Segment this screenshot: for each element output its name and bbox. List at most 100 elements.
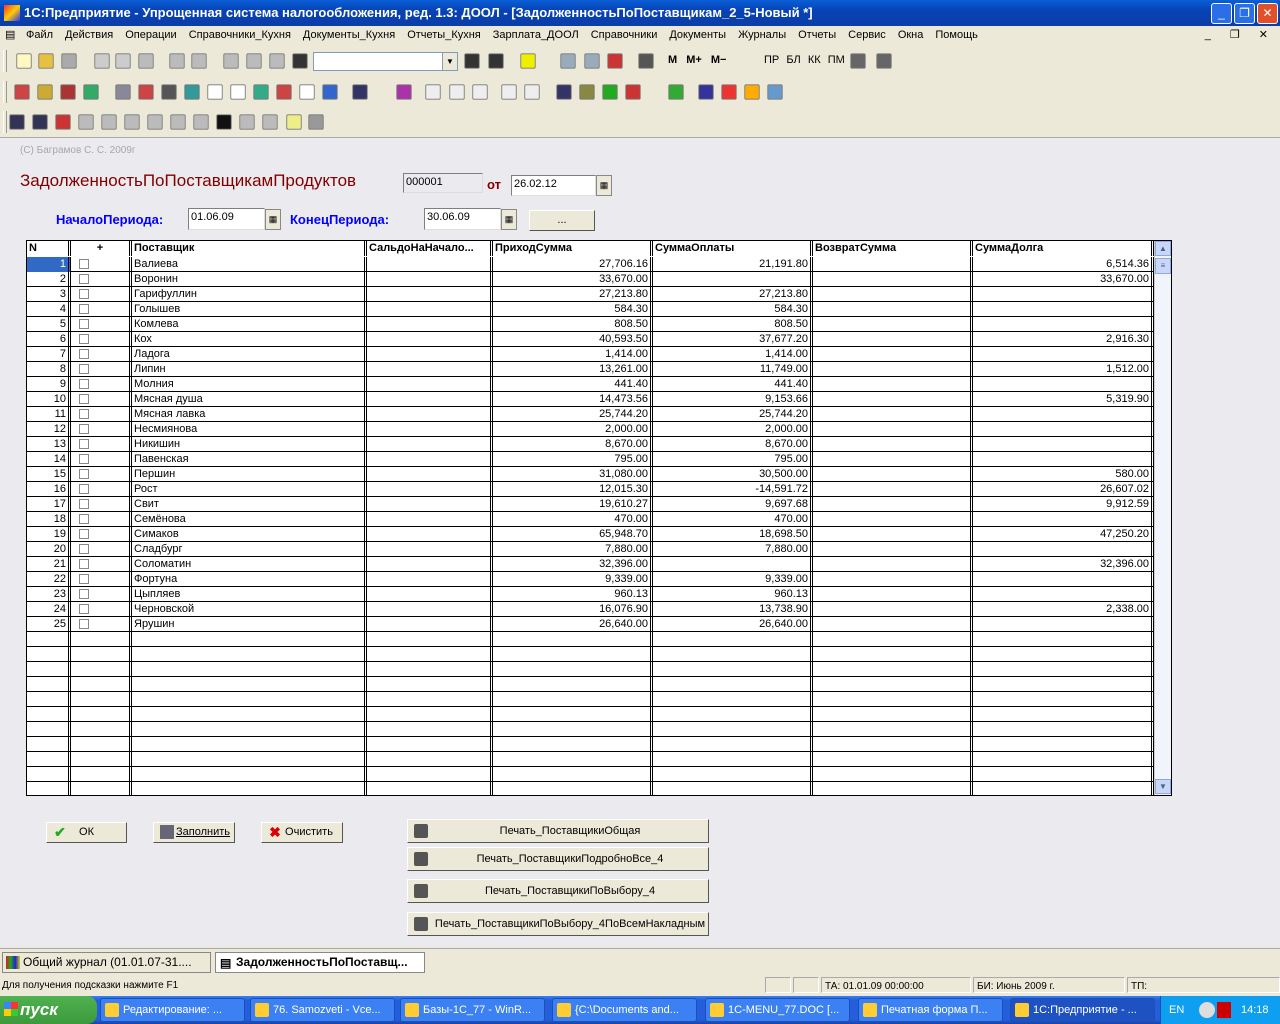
table-cell[interactable] bbox=[71, 647, 132, 662]
bl-button[interactable]: БЛ bbox=[786, 54, 800, 66]
table-cell[interactable] bbox=[973, 737, 1154, 752]
pko-icon[interactable] bbox=[449, 84, 465, 100]
calendar-icon[interactable] bbox=[584, 53, 600, 69]
table-cell[interactable] bbox=[493, 707, 653, 722]
table-cell[interactable] bbox=[71, 527, 132, 542]
table-cell[interactable] bbox=[813, 722, 973, 737]
table-cell[interactable]: 40,593.50 bbox=[493, 332, 653, 347]
table-cell[interactable]: 7,880.00 bbox=[493, 542, 653, 557]
row-checkbox[interactable] bbox=[79, 529, 89, 539]
table-cell[interactable]: 13,738.90 bbox=[653, 602, 813, 617]
table-row[interactable] bbox=[27, 752, 1154, 767]
row-checkbox[interactable] bbox=[79, 424, 89, 434]
table-cell[interactable]: 6 bbox=[27, 332, 71, 347]
row-checkbox[interactable] bbox=[79, 364, 89, 374]
table-cell[interactable]: 7 bbox=[27, 347, 71, 362]
table-row[interactable]: 17 Свит 19,610.27 9,697.68 9,912.59 bbox=[27, 497, 1154, 512]
table-cell[interactable] bbox=[813, 332, 973, 347]
help-icon[interactable] bbox=[286, 114, 302, 130]
table-cell[interactable] bbox=[973, 287, 1154, 302]
table-cell[interactable]: 2,000.00 bbox=[653, 422, 813, 437]
table-cell[interactable]: 795.00 bbox=[653, 452, 813, 467]
table-cell[interactable] bbox=[71, 737, 132, 752]
table-cell[interactable] bbox=[367, 317, 493, 332]
text-icon[interactable] bbox=[253, 84, 269, 100]
table-cell[interactable] bbox=[813, 662, 973, 677]
table-cell[interactable] bbox=[132, 662, 367, 677]
table-cell[interactable] bbox=[813, 377, 973, 392]
menu-item[interactable]: Справочники bbox=[585, 26, 664, 44]
table-cell[interactable] bbox=[71, 587, 132, 602]
save-icon[interactable] bbox=[61, 53, 77, 69]
table-row[interactable]: 1 Валиева 27,706.16 21,191.80 6,514.36 bbox=[27, 257, 1154, 272]
column-header[interactable]: N bbox=[27, 241, 71, 256]
toolbar-grip[interactable] bbox=[3, 111, 7, 133]
calculator-icon[interactable] bbox=[560, 53, 576, 69]
table-cell[interactable]: 584.30 bbox=[493, 302, 653, 317]
table-cell[interactable] bbox=[973, 647, 1154, 662]
table-cell[interactable] bbox=[27, 782, 71, 795]
pm-button[interactable]: ПМ bbox=[828, 54, 845, 66]
sort-desc-icon[interactable] bbox=[262, 114, 278, 130]
table-row[interactable] bbox=[27, 737, 1154, 752]
table-cell[interactable] bbox=[71, 437, 132, 452]
table-row[interactable]: 10 Мясная душа 14,473.56 9,153.66 5,319.90 bbox=[27, 392, 1154, 407]
table-cell[interactable]: 22 bbox=[27, 572, 71, 587]
table-cell[interactable] bbox=[132, 647, 367, 662]
table-cell[interactable]: 1,414.00 bbox=[653, 347, 813, 362]
taskbar-item[interactable]: 1C-MENU_77.DOC [... bbox=[705, 998, 850, 1022]
table-cell[interactable] bbox=[653, 272, 813, 287]
menu-item[interactable]: Справочники_Кухня bbox=[183, 26, 297, 44]
table-cell[interactable] bbox=[71, 497, 132, 512]
table-cell[interactable] bbox=[71, 362, 132, 377]
period-end-field[interactable]: 30.06.09 bbox=[424, 208, 501, 230]
chart-color-icon[interactable] bbox=[721, 84, 737, 100]
table-cell[interactable]: 9 bbox=[27, 377, 71, 392]
table-cell[interactable] bbox=[71, 602, 132, 617]
table-cell[interactable]: Несмиянова bbox=[132, 422, 367, 437]
table-cell[interactable] bbox=[367, 407, 493, 422]
taskbar-item[interactable]: Базы-1С_77 - WinR... bbox=[400, 998, 545, 1022]
table-row[interactable] bbox=[27, 722, 1154, 737]
row-checkbox[interactable] bbox=[79, 544, 89, 554]
table-cell[interactable]: 9,153.66 bbox=[653, 392, 813, 407]
table-cell[interactable] bbox=[493, 737, 653, 752]
table-cell[interactable]: 8,670.00 bbox=[653, 437, 813, 452]
table-cell[interactable]: 10 bbox=[27, 392, 71, 407]
table-cell[interactable] bbox=[813, 737, 973, 752]
table-row[interactable]: 21 Соломатин 32,396.00 32,396.00 bbox=[27, 557, 1154, 572]
table-cell[interactable]: Семёнова bbox=[132, 512, 367, 527]
table-cell[interactable]: 9,339.00 bbox=[493, 572, 653, 587]
column-header[interactable]: СальдоНаНачало... bbox=[367, 241, 493, 256]
copy-icon[interactable] bbox=[115, 53, 131, 69]
chess-icon[interactable] bbox=[161, 84, 177, 100]
table-cell[interactable] bbox=[132, 722, 367, 737]
document-icon[interactable]: ▤ bbox=[0, 26, 20, 44]
table-cell[interactable]: Голышев bbox=[132, 302, 367, 317]
table-cell[interactable] bbox=[813, 362, 973, 377]
find-icon[interactable] bbox=[292, 53, 308, 69]
table-cell[interactable] bbox=[71, 617, 132, 632]
book-icon[interactable] bbox=[638, 53, 654, 69]
column-header[interactable]: ПриходСумма bbox=[493, 241, 653, 256]
cash-icon[interactable] bbox=[744, 84, 760, 100]
table-cell[interactable]: 25,744.20 bbox=[493, 407, 653, 422]
scroll-thumb[interactable]: ≡ bbox=[1155, 258, 1171, 274]
arrow-down-icon[interactable] bbox=[216, 114, 232, 130]
table-row[interactable]: 14 Павенская 795.00 795.00 bbox=[27, 452, 1154, 467]
row-checkbox[interactable] bbox=[79, 499, 89, 509]
row-checkbox[interactable] bbox=[79, 469, 89, 479]
table-cell[interactable] bbox=[653, 737, 813, 752]
table-cell[interactable] bbox=[367, 362, 493, 377]
table-cell[interactable] bbox=[973, 677, 1154, 692]
table-row[interactable]: 22 Фортуна 9,339.00 9,339.00 bbox=[27, 572, 1154, 587]
table-cell[interactable] bbox=[493, 647, 653, 662]
table-cell[interactable] bbox=[973, 587, 1154, 602]
print-button[interactable]: Печать_ПоставщикиПодробноВсе_4 bbox=[407, 847, 709, 871]
table-cell[interactable] bbox=[367, 767, 493, 782]
calc-memory-buttons[interactable]: М М+ М− bbox=[668, 54, 726, 66]
menu-item[interactable]: Файл bbox=[20, 26, 59, 44]
table-cell[interactable] bbox=[813, 257, 973, 272]
table-cell[interactable] bbox=[973, 422, 1154, 437]
table-cell[interactable] bbox=[367, 422, 493, 437]
